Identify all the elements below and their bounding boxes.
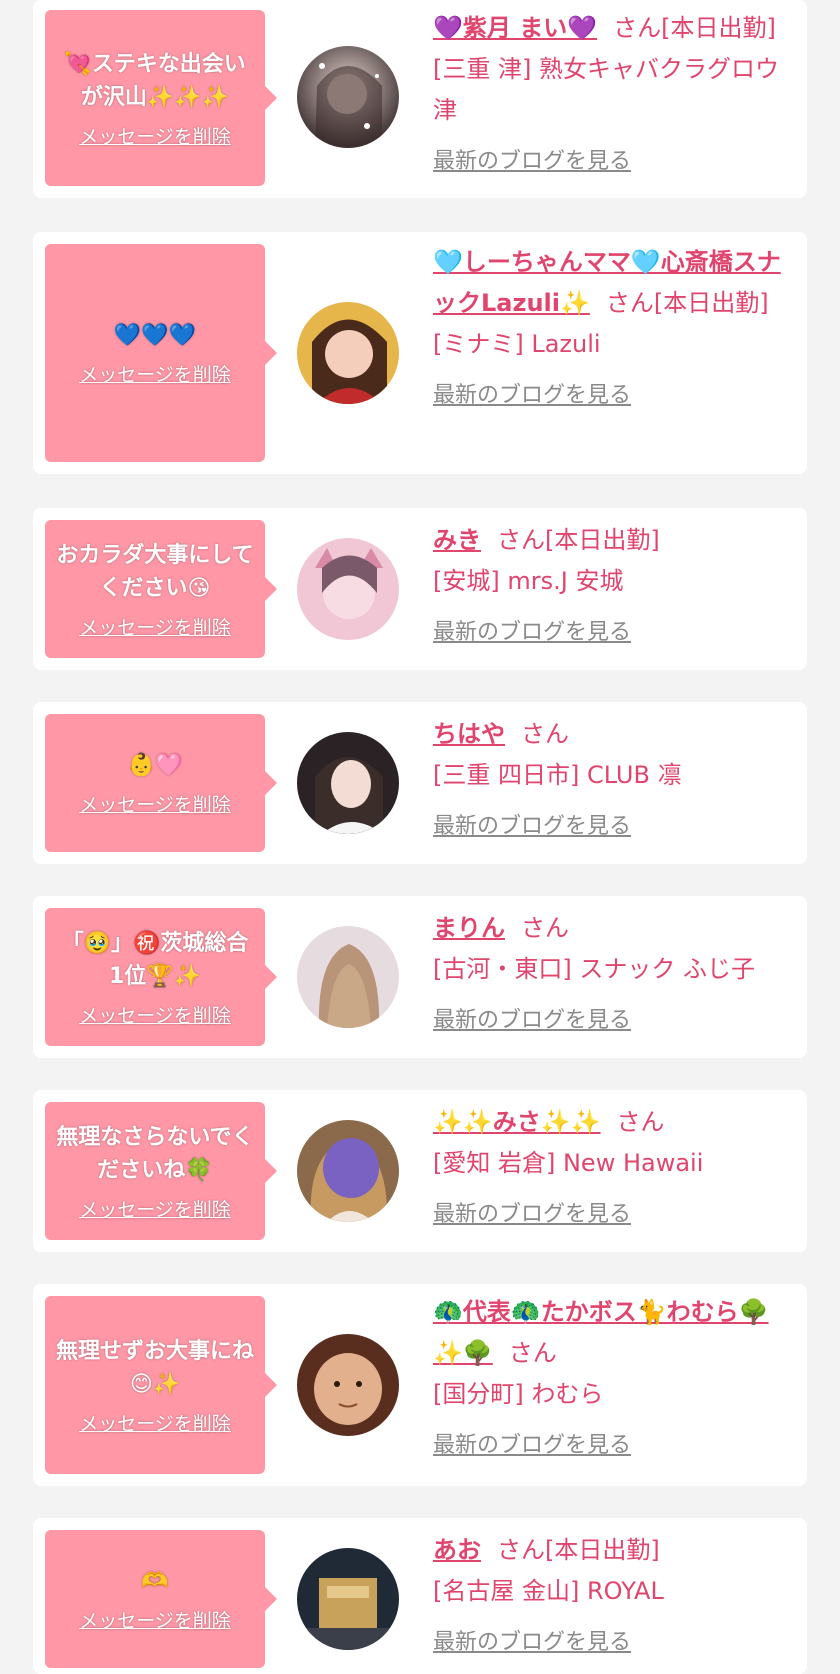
delete-message-link[interactable]: メッセージを削除 — [79, 1195, 231, 1222]
avatar-photo-icon — [297, 1548, 399, 1650]
latest-blog-link[interactable]: 最新のブログを見る — [433, 141, 795, 182]
avatar[interactable] — [297, 1120, 399, 1222]
cast-name-link[interactable]: 💜紫月 まい💜 — [433, 14, 597, 42]
cast-suffix: さん[本日出勤] — [605, 289, 769, 317]
delete-message-link[interactable]: メッセージを削除 — [79, 360, 231, 387]
cast-name-link[interactable]: ちはや — [433, 720, 505, 748]
cast-suffix: さん — [508, 1339, 557, 1367]
message-card: 💘ステキな出会いが沢山✨✨✨ メッセージを削除 💜紫月 まい💜 さん[本日出勤] … — [33, 0, 807, 198]
message-bubble: 👶🩷 メッセージを削除 — [45, 714, 277, 852]
message-bubble: 無理せずお大事にね😊✨ メッセージを削除 — [45, 1296, 277, 1474]
shop-name: [愛知 岩倉] New Hawaii — [433, 1149, 704, 1177]
avatar-photo-icon — [297, 1334, 399, 1436]
avatar[interactable] — [297, 732, 399, 834]
delete-message-link[interactable]: メッセージを削除 — [79, 790, 231, 817]
message-text: 🫶 — [141, 1569, 169, 1594]
avatar[interactable] — [297, 302, 399, 404]
avatar-photo-icon — [297, 926, 399, 1028]
message-text: 👶🩷 — [127, 753, 183, 778]
cast-info: あお さん[本日出勤] [名古屋 金山] ROYAL 最新のブログを見る — [433, 1530, 795, 1663]
cast-info: 🩵しーちゃんママ🩵心斎橋スナックLazuli✨ さん[本日出勤] [ミナミ] La… — [433, 242, 795, 416]
message-bubble: 🫶 メッセージを削除 — [45, 1530, 277, 1668]
avatar[interactable] — [297, 538, 399, 640]
message-bubble: 無理なさらないでくださいね🍀 メッセージを削除 — [45, 1102, 277, 1240]
message-bubble: 「🥹」㊗️茨城総合1位🏆✨ メッセージを削除 — [45, 908, 277, 1046]
message-text: 💙💙💙 — [113, 323, 197, 348]
message-text: 無理せずお大事にね😊✨ — [55, 1338, 254, 1397]
avatar[interactable] — [297, 1334, 399, 1436]
cast-info: まりん さん [古河・東口] スナック ふじ子 最新のブログを見る — [433, 908, 795, 1041]
avatar-photo-icon — [297, 732, 399, 834]
latest-blog-link[interactable]: 最新のブログを見る — [433, 1425, 795, 1466]
latest-blog-link[interactable]: 最新のブログを見る — [433, 806, 795, 847]
cast-name-link[interactable]: 🦚代表🦚たかボス🐈わむら🌳✨🌳 — [433, 1298, 769, 1367]
message-bubble: おカラダ大事にしてください😘 メッセージを削除 — [45, 520, 277, 658]
message-card: 👶🩷 メッセージを削除 ちはや さん [三重 四日市] CLUB 凛 最新のブログ… — [33, 702, 807, 864]
avatar-photo-icon — [297, 46, 399, 148]
avatar-photo-icon — [297, 302, 399, 404]
cast-name-link[interactable]: みき — [433, 526, 481, 554]
delete-message-link[interactable]: メッセージを削除 — [79, 1409, 231, 1436]
message-card: 無理せずお大事にね😊✨ メッセージを削除 🦚代表🦚たかボス🐈わむら🌳✨🌳 さん [… — [33, 1284, 807, 1486]
message-list: 💘ステキな出会いが沢山✨✨✨ メッセージを削除 💜紫月 まい💜 さん[本日出勤] … — [0, 0, 840, 1674]
cast-info: ちはや さん [三重 四日市] CLUB 凛 最新のブログを見る — [433, 714, 795, 847]
avatar[interactable] — [297, 926, 399, 1028]
shop-name: [国分町] わむら — [433, 1380, 604, 1408]
shop-name: [ミナミ] Lazuli — [433, 330, 601, 358]
cast-info: 💜紫月 まい💜 さん[本日出勤] [三重 津] 熟女キャバクラグロウ津 最新のブロ… — [433, 8, 795, 182]
cast-suffix: さん — [521, 914, 569, 942]
message-card: 無理なさらないでくださいね🍀 メッセージを削除 ✨✨みさ✨✨ さん [愛知 岩倉]… — [33, 1090, 807, 1252]
shop-name: [三重 津] 熟女キャバクラグロウ津 — [433, 55, 779, 124]
message-text: 💘ステキな出会いが沢山✨✨✨ — [64, 51, 246, 110]
cast-suffix: さん[本日出勤] — [613, 14, 776, 42]
avatar[interactable] — [297, 1548, 399, 1650]
delete-message-link[interactable]: メッセージを削除 — [79, 613, 231, 640]
cast-suffix: さん — [616, 1108, 665, 1136]
message-text: 無理なさらないでくださいね🍀 — [56, 1124, 254, 1183]
cast-info: ✨✨みさ✨✨ さん [愛知 岩倉] New Hawaii 最新のブログを見る — [433, 1102, 795, 1235]
message-card: 「🥹」㊗️茨城総合1位🏆✨ メッセージを削除 まりん さん [古河・東口] スナッ… — [33, 896, 807, 1058]
latest-blog-link[interactable]: 最新のブログを見る — [433, 612, 795, 653]
message-card: おカラダ大事にしてください😘 メッセージを削除 みき さん[本日出勤] [安城] … — [33, 508, 807, 670]
shop-name: [安城] mrs.J 安城 — [433, 567, 624, 595]
delete-message-link[interactable]: メッセージを削除 — [79, 1606, 231, 1633]
cast-suffix: さん[本日出勤] — [497, 1536, 660, 1564]
delete-message-link[interactable]: メッセージを削除 — [79, 122, 231, 149]
cast-name-link[interactable]: まりん — [433, 914, 505, 942]
message-bubble: 💘ステキな出会いが沢山✨✨✨ メッセージを削除 — [45, 10, 277, 186]
message-card: 🫶 メッセージを削除 あお さん[本日出勤] [名古屋 金山] ROYAL 最新の… — [33, 1518, 807, 1674]
cast-name-link[interactable]: ✨✨みさ✨✨ — [433, 1108, 601, 1136]
message-text: 「🥹」㊗️茨城総合1位🏆✨ — [61, 930, 249, 989]
latest-blog-link[interactable]: 最新のブログを見る — [433, 1000, 795, 1041]
latest-blog-link[interactable]: 最新のブログを見る — [433, 375, 795, 416]
shop-name: [名古屋 金山] ROYAL — [433, 1577, 664, 1605]
latest-blog-link[interactable]: 最新のブログを見る — [433, 1622, 795, 1663]
cast-suffix: さん — [521, 720, 569, 748]
avatar[interactable] — [297, 46, 399, 148]
delete-message-link[interactable]: メッセージを削除 — [79, 1001, 231, 1028]
shop-name: [古河・東口] スナック ふじ子 — [433, 955, 755, 983]
cast-name-link[interactable]: あお — [433, 1536, 481, 1564]
shop-name: [三重 四日市] CLUB 凛 — [433, 761, 682, 789]
cast-info: 🦚代表🦚たかボス🐈わむら🌳✨🌳 さん [国分町] わむら 最新のブログを見る — [433, 1292, 795, 1466]
message-text: おカラダ大事にしてください😘 — [56, 542, 254, 601]
cast-suffix: さん[本日出勤] — [497, 526, 660, 554]
avatar-photo-icon — [297, 538, 399, 640]
latest-blog-link[interactable]: 最新のブログを見る — [433, 1194, 795, 1235]
message-bubble: 💙💙💙 メッセージを削除 — [45, 244, 277, 462]
avatar-photo-icon — [297, 1120, 399, 1222]
message-card: 💙💙💙 メッセージを削除 🩵しーちゃんママ🩵心斎橋スナックLazuli✨ さん[本… — [33, 232, 807, 474]
cast-info: みき さん[本日出勤] [安城] mrs.J 安城 最新のブログを見る — [433, 520, 795, 653]
